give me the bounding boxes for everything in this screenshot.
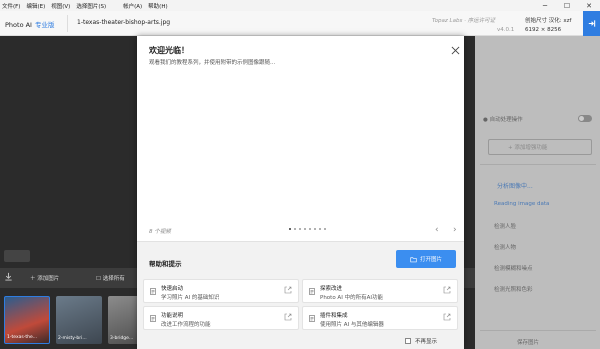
carousel-next-button[interactable]: › [453,225,457,235]
detect-item: 检测光照和色彩 [494,287,533,293]
detect-item: 检测人物 [494,245,517,251]
export-button[interactable] [583,11,600,36]
thumbnail-caption: 3-bridge... [110,336,134,341]
app-name: Photo AI [5,21,32,29]
original-size-label: 创始尺寸 汉化: xzf [525,18,572,24]
panel-divider [480,330,596,331]
add-image-label: 添加图片 [37,276,60,282]
image-dimensions: 6192 × 8256 [525,27,562,33]
menu-file[interactable]: 文件(F) [0,2,23,10]
download-icon[interactable] [4,272,13,281]
add-enhancement-label: + 添加增强功能 [508,145,548,151]
preview-control[interactable] [4,250,30,262]
carousel-dot[interactable] [319,228,321,230]
card-title: 快速启动 [161,286,184,292]
menu-help[interactable]: 帮助(H) [145,2,170,10]
card-title: 插件和集成 [320,313,348,319]
menu-view[interactable]: 视图(V) [48,2,73,10]
save-image-label[interactable]: 保存图片 [517,338,539,346]
help-card-plugins[interactable]: 插件和集成 使用照片 AI 与其他编辑器 [302,306,458,330]
open-image-label: 打开图片 [419,257,442,263]
help-title: 帮助和提示 [149,260,182,268]
app-header: Photo AI 专业版 1-texas-theater-bishop-arts.… [0,11,600,36]
document-icon [309,315,315,322]
reading-label: Reading image data [494,201,550,207]
edition-label: 专业版 [34,21,55,29]
panel-divider [480,164,596,165]
carousel-dot[interactable] [314,228,316,230]
document-icon [150,315,156,322]
carousel-dot[interactable] [299,228,301,230]
thumbnail-caption: 2-misty-bri... [58,336,87,341]
document-icon [150,288,156,295]
external-link-icon [284,286,292,294]
thumbnail[interactable]: 2-misty-bri... [56,296,102,344]
help-card-quickstart[interactable]: 快速启动 学习照片 AI 的基础知识 [143,279,299,303]
document-icon [309,288,315,295]
detect-item: 检测模糊和噪点 [494,266,533,272]
external-link-icon [443,286,451,294]
card-subtitle: Photo AI 中的所有AI功能 [320,295,383,301]
welcome-dialog: 欢迎光临！ 观看我们的教程系列，并使用附带的示例图像跟随... 8 个视频 ‹ … [137,36,464,349]
folder-icon [410,256,417,262]
autopilot-label: ● 自动处理操作 [483,117,523,123]
add-image-button[interactable]: ＋ 添加图片 [30,274,59,282]
open-image-button[interactable]: 打开图片 [396,250,456,268]
window-controls: ─ ☐ ✕ [534,0,600,11]
carousel-dot[interactable] [304,228,306,230]
version-label: v4.0.1 [497,27,515,33]
file-name: 1-texas-theater-bishop-arts.jpg [77,19,171,26]
menu-account[interactable]: 帐户(A) [120,2,145,10]
card-title: 探索改进 [320,286,343,292]
carousel-dot[interactable] [294,228,296,230]
menu-select[interactable]: 选择图片(S) [73,2,109,10]
video-count: 8 个视频 [149,229,171,235]
export-icon [588,20,596,27]
menu-bar: 文件(F) 编辑(E) 视图(V) 选择图片(S) 帐户(A) 帮助(H) [0,0,600,11]
thumbnail[interactable]: 1-texas-the... [4,296,50,344]
carousel-dots[interactable] [289,228,326,230]
carousel-dot[interactable] [324,228,326,230]
close-window-icon[interactable]: ✕ [578,0,600,11]
autopilot-text: 自动处理操作 [489,117,523,123]
autopilot-toggle[interactable] [578,115,592,122]
menu-edit[interactable]: 编辑(E) [23,2,48,10]
dialog-subtitle: 观看我们的教程系列，并使用附带的示例图像跟随... [149,60,276,66]
maximize-icon[interactable]: ☐ [556,0,578,11]
minimize-icon[interactable]: ─ [534,0,556,11]
select-all-label: 选择所有 [102,276,125,282]
carousel-prev-button[interactable]: ‹ [435,225,439,235]
analyzing-label: 分析图像中... [497,183,533,190]
detect-item: 检测人脸 [494,224,517,230]
app-brand: Photo AI 专业版 [5,19,54,29]
external-link-icon [284,313,292,321]
card-subtitle: 学习照片 AI 的基础知识 [161,295,220,301]
help-section: 帮助和提示 打开图片 快速启动 学习照片 AI 的基础知识 探索改进 Photo… [137,241,464,349]
right-panel [475,36,600,349]
close-icon[interactable] [451,46,460,55]
help-card-explore[interactable]: 探索改进 Photo AI 中的所有AI功能 [302,279,458,303]
card-subtitle: 改进工作流程的功能 [161,322,211,328]
header-divider [67,15,68,32]
carousel-dot[interactable] [289,228,291,230]
help-card-features[interactable]: 功能说明 改进工作流程的功能 [143,306,299,330]
carousel-dot[interactable] [309,228,311,230]
dont-show-label: 不再显示 [415,339,438,345]
card-subtitle: 使用照片 AI 与其他编辑器 [320,322,384,328]
external-link-icon [443,313,451,321]
dialog-title: 欢迎光临！ [149,46,189,55]
select-all-checkbox[interactable]: ☐ 选择所有 [96,274,125,282]
dont-show-again[interactable]: 不再显示 [405,337,437,345]
company-label: Topaz Labs · 序运许可证 [432,18,496,24]
dont-show-checkbox[interactable] [405,338,411,344]
thumbnail-caption: 1-texas-the... [7,335,38,340]
card-title: 功能说明 [161,313,184,319]
